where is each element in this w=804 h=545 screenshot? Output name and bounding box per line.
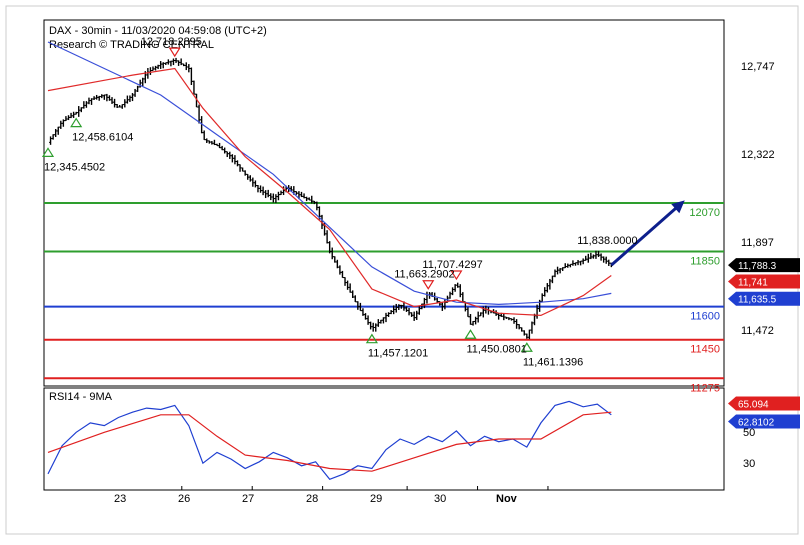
price-tag-label: 11,788.3 (738, 261, 777, 272)
rsi-title: RSI14 - 9MA (49, 391, 113, 403)
price-annotation: 11,457.1201 (368, 348, 428, 360)
price-annotation: 12,345.4502 (44, 161, 105, 173)
x-tick-label: 29 (370, 493, 382, 505)
x-tick-label: 30 (434, 493, 446, 505)
dax-chart: DAX - 30min - 11/03/2020 04:59:08 (UTC+2… (0, 0, 804, 540)
x-tick-label: Nov (496, 493, 518, 505)
rsi-panel (43, 387, 725, 491)
x-tick-label: 28 (306, 493, 318, 505)
level-label: 11450 (690, 344, 720, 356)
level-label: 11850 (690, 256, 720, 268)
y-tick-label: 11,897 (741, 237, 774, 249)
level-label: 11275 (690, 382, 720, 394)
price-annotation: 11,707.4297 (422, 259, 482, 271)
y-tick-label: 12,322 (741, 149, 775, 161)
price-annotation: 11,450.0801 (467, 343, 527, 355)
level-label: 11600 (690, 311, 720, 323)
rsi-tag-label: 62.8102 (738, 418, 775, 429)
y-tick-label: 12,747 (741, 61, 775, 73)
price-annotation: 11,461.1396 (523, 356, 583, 368)
chart-stage: DAX - 30min - 11/03/2020 04:59:08 (UTC+2… (0, 0, 804, 540)
rsi-tag-label: 65.094 (738, 399, 769, 410)
x-tick-label: 27 (242, 493, 254, 505)
x-tick-label: 26 (178, 493, 190, 505)
price-tag-label: 11,635.5 (738, 295, 777, 306)
price-annotation: 11,838.0000 (577, 235, 637, 247)
x-tick-label: 23 (114, 493, 126, 505)
price-tag-label: 11,741 (738, 278, 768, 289)
rsi-tick-label: 30 (743, 458, 755, 470)
rsi-tick-label: 50 (743, 427, 755, 439)
level-label: 12070 (689, 207, 720, 219)
price-annotation: 12,458.6104 (72, 132, 133, 144)
y-tick-label: 11,472 (741, 325, 774, 337)
price-annotation: 12,718.2895 (141, 36, 202, 48)
